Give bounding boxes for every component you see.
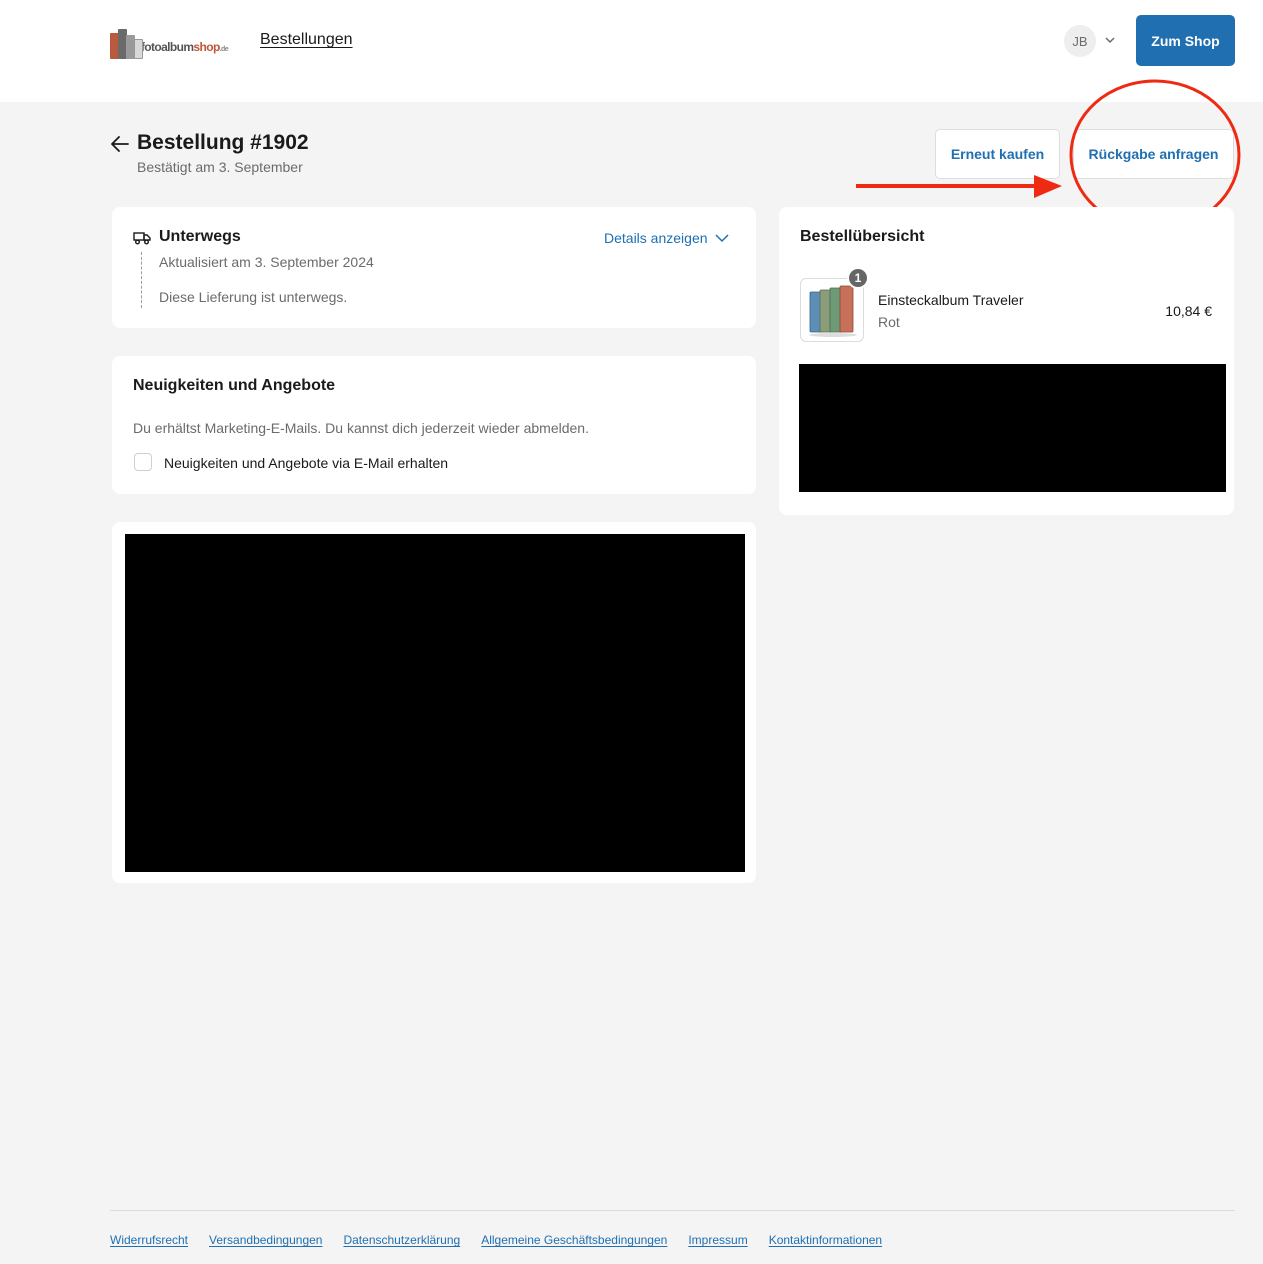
footer-link-imprint[interactable]: Impressum bbox=[688, 1233, 747, 1247]
timeline-line bbox=[141, 252, 142, 308]
truck-icon bbox=[133, 232, 151, 245]
product-name: Einsteckalbum Traveler bbox=[878, 292, 1024, 308]
order-confirmed-date: Bestätigt am 3. September bbox=[137, 159, 303, 175]
footer-link-shipping[interactable]: Versandbedingungen bbox=[209, 1233, 322, 1247]
marketing-checkbox[interactable] bbox=[134, 453, 152, 471]
marketing-checkbox-label[interactable]: Neuigkeiten und Angebote via E-Mail erha… bbox=[164, 455, 448, 471]
status-title: Unterwegs bbox=[159, 228, 241, 245]
show-details-label: Details anzeigen bbox=[604, 230, 708, 246]
quantity-badge: 1 bbox=[847, 267, 869, 289]
nav-link-orders[interactable]: Bestellungen bbox=[260, 31, 353, 49]
rebuy-button[interactable]: Erneut kaufen bbox=[935, 129, 1060, 179]
redacted-block bbox=[799, 364, 1226, 492]
status-message: Diese Lieferung ist unterwegs. bbox=[159, 289, 348, 305]
delivery-status-card: Unterwegs Aktualisiert am 3. September 2… bbox=[112, 207, 756, 328]
marketing-text: Du erhältst Marketing-E-Mails. Du kannst… bbox=[133, 420, 589, 436]
footer-divider bbox=[110, 1210, 1235, 1211]
shop-logo[interactable]: fotoalbumshop.de bbox=[110, 24, 229, 60]
marketing-card: Neuigkeiten und Angebote Du erhältst Mar… bbox=[112, 356, 756, 494]
footer-link-withdrawal[interactable]: Widerrufsrecht bbox=[110, 1233, 188, 1247]
redacted-card bbox=[112, 522, 756, 883]
avatar[interactable]: JB bbox=[1064, 25, 1096, 57]
status-updated: Aktualisiert am 3. September 2024 bbox=[159, 254, 374, 270]
arrow-left-icon[interactable] bbox=[110, 135, 130, 153]
footer-links: Widerrufsrecht Versandbedingungen Datens… bbox=[110, 1233, 882, 1247]
redacted-block bbox=[125, 534, 745, 872]
page-title: Bestellung #1902 bbox=[137, 131, 309, 154]
header: fotoalbumshop.de Bestellungen JB Zum Sho… bbox=[0, 0, 1263, 102]
footer-link-terms[interactable]: Allgemeine Geschäftsbedingungen bbox=[481, 1233, 667, 1247]
order-summary-card: Bestellübersicht 1 Einsteckalbum Travele… bbox=[779, 207, 1234, 515]
show-details-link[interactable]: Details anzeigen bbox=[604, 230, 729, 246]
product-price: 10,84 € bbox=[1165, 303, 1212, 319]
logo-text: fotoalbumshop.de bbox=[140, 40, 229, 54]
marketing-title: Neuigkeiten und Angebote bbox=[133, 377, 336, 394]
books-logo-icon bbox=[110, 25, 143, 59]
footer-link-contact[interactable]: Kontaktinformationen bbox=[769, 1233, 882, 1247]
request-return-button[interactable]: Rückgabe anfragen bbox=[1073, 129, 1234, 179]
chevron-down-icon[interactable] bbox=[1103, 33, 1117, 47]
chevron-down-icon bbox=[714, 234, 729, 243]
shop-button[interactable]: Zum Shop bbox=[1136, 15, 1235, 66]
footer-link-privacy[interactable]: Datenschutzerklärung bbox=[343, 1233, 460, 1247]
product-variant: Rot bbox=[878, 314, 900, 330]
summary-title: Bestellübersicht bbox=[800, 228, 925, 245]
